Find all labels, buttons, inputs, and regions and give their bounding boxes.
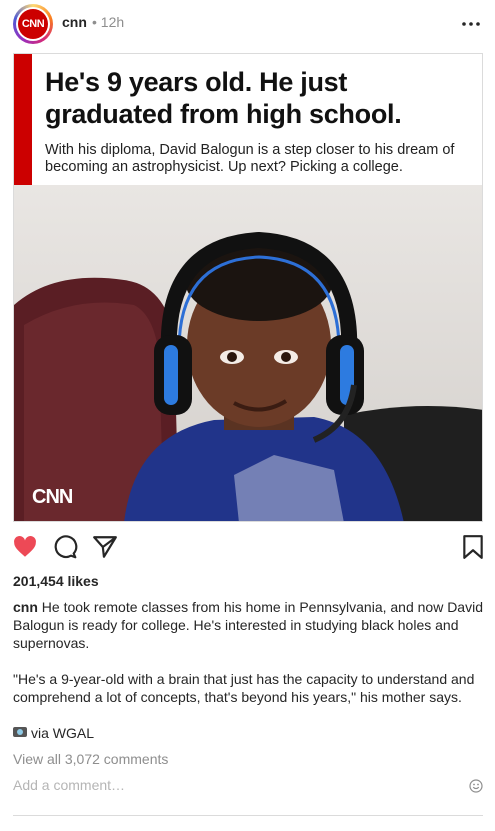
media-subhead: With his diploma, David Balogun is a ste…	[45, 142, 455, 175]
red-accent-bar	[14, 54, 32, 185]
headline-panel: He's 9 years old. He just graduated from…	[14, 54, 482, 185]
username[interactable]: cnn	[62, 14, 87, 30]
story-ring[interactable]: CNN	[13, 4, 53, 44]
caption-quote: "He's a 9-year-old with a brain that jus…	[13, 671, 475, 705]
comment-input[interactable]: Add a comment…	[13, 777, 125, 793]
comment-bubble-icon[interactable]	[52, 534, 78, 560]
likes-count[interactable]: 201,454 likes	[13, 573, 99, 589]
media-headline: He's 9 years old. He just graduated from…	[45, 67, 402, 129]
photo-credit-text: via WGAL	[31, 725, 95, 741]
caption-username[interactable]: cnn	[13, 599, 38, 615]
share-paper-plane-icon[interactable]	[92, 534, 118, 560]
post-media[interactable]: He's 9 years old. He just graduated from…	[13, 53, 483, 522]
action-bar	[0, 530, 495, 564]
photo-credit: via WGAL	[13, 724, 94, 742]
caption: cnn He took remote classes from his home…	[13, 598, 483, 652]
avatar: CNN	[18, 9, 48, 39]
more-options-icon[interactable]	[457, 12, 485, 32]
like-heart-icon[interactable]	[12, 534, 38, 560]
view-all-comments-link[interactable]: View all 3,072 comments	[13, 751, 168, 767]
post-time: • 12h	[92, 14, 125, 30]
divider	[13, 815, 483, 816]
camera-icon	[13, 727, 27, 737]
comment-input-row: Add a comment…	[13, 772, 483, 802]
cnn-watermark: CNN	[32, 486, 73, 508]
post-header: CNN cnn • 12h	[0, 0, 495, 46]
post-photo	[14, 185, 482, 521]
caption-text: He took remote classes from his home in …	[13, 599, 483, 651]
save-bookmark-icon[interactable]	[460, 534, 486, 560]
emoji-icon[interactable]	[469, 779, 483, 793]
